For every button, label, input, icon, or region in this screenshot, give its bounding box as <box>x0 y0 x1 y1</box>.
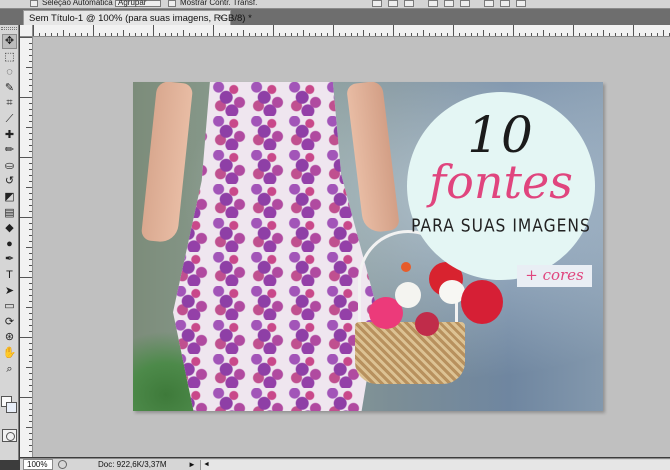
quick-selection-tool-icon[interactable]: ✎ <box>2 81 17 96</box>
scroll-left-arrow-icon[interactable]: ◄ <box>203 460 210 470</box>
quick-mask-icon[interactable] <box>2 429 17 442</box>
hand-tool-icon[interactable]: ✋ <box>2 346 17 361</box>
move-tool-icon[interactable]: ✥ <box>2 34 17 49</box>
lasso-tool-icon[interactable]: ◌ <box>2 65 17 80</box>
zoom-field[interactable]: 100% <box>23 459 53 470</box>
show-transform-checkbox[interactable] <box>168 0 176 7</box>
brush-tool-icon[interactable]: ✏ <box>2 143 17 158</box>
distribute-button-5[interactable] <box>500 0 510 7</box>
document-canvas[interactable]: 10 fontes PARA SUAS IMAGENS + cores <box>133 82 603 411</box>
wicker-basket-shape <box>355 322 465 384</box>
status-bar: 100% Doc: 922,6K/3,37M ► ◄ <box>20 458 670 470</box>
canvas-workspace[interactable]: 10 fontes PARA SUAS IMAGENS + cores <box>33 37 670 457</box>
pen-tool-icon[interactable]: ✒ <box>2 252 17 267</box>
background-color-swatch[interactable] <box>6 402 17 413</box>
align-button-3[interactable] <box>404 0 414 7</box>
options-bar: Seleção Automática Agrupar Mostrar Contr… <box>0 0 670 9</box>
status-info-icon[interactable] <box>58 460 67 469</box>
type-tool-icon[interactable]: T <box>2 268 17 283</box>
3d-rotate-tool-icon[interactable]: ⟳ <box>2 315 17 330</box>
auto-select-label: Seleção Automática <box>42 0 113 7</box>
group-dropdown-label: Agrupar <box>118 0 147 7</box>
healing-brush-tool-icon[interactable]: ✚ <box>2 128 17 143</box>
document-tab[interactable]: Sem Título-1 @ 100% (para suas imagens, … <box>23 10 252 25</box>
history-brush-tool-icon[interactable]: ↺ <box>2 174 17 189</box>
large-red-rose-shape <box>461 280 503 324</box>
ruler-origin[interactable] <box>20 25 33 37</box>
distribute-button-1[interactable] <box>428 0 438 7</box>
align-button-1[interactable] <box>372 0 382 7</box>
extras-tag: + cores <box>517 265 592 287</box>
distribute-button-4[interactable] <box>484 0 494 7</box>
dodge-tool-icon[interactable]: ● <box>2 237 17 252</box>
status-menu-arrow-icon[interactable]: ► <box>188 459 196 470</box>
tools-panel: ✥ ⬚ ◌ ✎ ⌗ ⟋ ✚ ✏ ⛀ ↺ ◩ ▤ ◆ ● ✒ T ➤ ▭ ⟳ ⊛ ✋ ⌕ <box>0 25 19 460</box>
dark-rose-shape <box>415 312 439 336</box>
color-swatches <box>1 396 18 414</box>
distribute-button-3[interactable] <box>460 0 470 7</box>
gradient-tool-icon[interactable]: ▤ <box>2 206 17 221</box>
vertical-ruler[interactable] <box>20 37 33 457</box>
eyedropper-tool-icon[interactable]: ⟋ <box>2 112 17 127</box>
eraser-tool-icon[interactable]: ◩ <box>2 190 17 205</box>
headline-word: fontes <box>429 155 573 209</box>
path-selection-tool-icon[interactable]: ➤ <box>2 284 17 299</box>
auto-select-checkbox[interactable] <box>30 0 38 7</box>
horizontal-scrollbar[interactable]: ◄ <box>200 460 670 470</box>
marquee-tool-icon[interactable]: ⬚ <box>2 50 17 65</box>
close-tab-icon[interactable]: × <box>216 12 227 23</box>
bud-shape <box>401 262 411 272</box>
white-flower-shape <box>395 282 421 308</box>
horizontal-ruler[interactable] <box>33 25 670 37</box>
distribute-button-6[interactable] <box>516 0 526 7</box>
show-transform-label: Mostrar Contr. Transf. <box>180 0 258 7</box>
zoom-tool-icon[interactable]: ⌕ <box>2 362 17 377</box>
document-tab-strip: Sem Título-1 @ 100% (para suas imagens, … <box>0 9 670 25</box>
3d-orbit-tool-icon[interactable]: ⊛ <box>2 330 17 345</box>
title-circle: 10 fontes PARA SUAS IMAGENS <box>407 92 595 280</box>
blur-tool-icon[interactable]: ◆ <box>2 221 17 236</box>
panel-grip[interactable] <box>1 27 17 30</box>
distribute-button-2[interactable] <box>444 0 454 7</box>
align-button-2[interactable] <box>388 0 398 7</box>
headline-subtitle: PARA SUAS IMAGENS <box>411 215 591 237</box>
crop-tool-icon[interactable]: ⌗ <box>2 96 17 111</box>
document-size-info: Doc: 922,6K/3,37M <box>98 460 167 469</box>
clone-stamp-tool-icon[interactable]: ⛀ <box>2 159 17 174</box>
shape-tool-icon[interactable]: ▭ <box>2 299 17 314</box>
